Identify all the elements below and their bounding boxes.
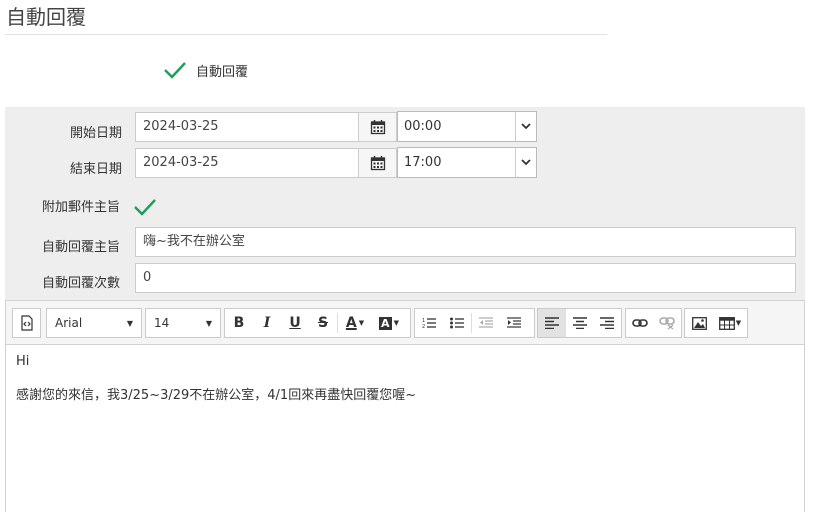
end-date-calendar-button[interactable] bbox=[359, 148, 397, 178]
caret-down-icon: ▼ bbox=[393, 319, 399, 327]
title-divider bbox=[5, 34, 607, 35]
background-color-button[interactable]: A ▼ bbox=[372, 309, 406, 337]
editor-line: 感謝您的來信，我3/25~3/29不在辦公室，4/1回來再盡快回覆您喔~ bbox=[16, 388, 417, 403]
align-right-button[interactable] bbox=[593, 309, 621, 337]
strikethrough-button[interactable]: S bbox=[309, 309, 337, 337]
page-title: 自動回覆 bbox=[6, 5, 86, 29]
editor-content[interactable]: Hi 感謝您的來信，我3/25~3/29不在辦公室，4/1回來再盡快回覆您喔~ bbox=[6, 345, 804, 429]
unlink-icon bbox=[659, 317, 676, 330]
font-color-button[interactable]: A ▼ bbox=[338, 309, 372, 337]
indent-icon bbox=[507, 317, 521, 328]
attach-subject-label: 附加郵件主旨 bbox=[42, 200, 121, 215]
italic-button[interactable]: I bbox=[253, 309, 281, 337]
font-size-select[interactable]: 14 ▼ bbox=[146, 309, 220, 337]
source-code-button[interactable] bbox=[13, 309, 40, 337]
auto-reply-toggle[interactable]: 自動回覆 bbox=[163, 60, 248, 80]
caret-down-icon: ▼ bbox=[126, 318, 133, 328]
start-date-input[interactable]: 2024-03-25 bbox=[135, 112, 359, 142]
caret-down-icon: ▼ bbox=[358, 319, 365, 327]
caret-down-icon: ▼ bbox=[735, 319, 742, 327]
start-date-calendar-button[interactable] bbox=[359, 112, 397, 142]
ordered-list-button[interactable]: 1 2 bbox=[415, 309, 443, 337]
align-center-button[interactable] bbox=[566, 309, 594, 337]
ordered-list-icon: 1 2 bbox=[422, 318, 436, 329]
start-time-select[interactable]: 00:00 bbox=[397, 111, 537, 142]
font-family-value: Arial bbox=[55, 316, 83, 330]
insert-image-button[interactable] bbox=[685, 309, 713, 337]
editor-line: Hi bbox=[16, 354, 30, 369]
indent-button[interactable] bbox=[500, 309, 528, 337]
unordered-list-button[interactable] bbox=[443, 309, 471, 337]
reply-count-label: 自動回覆次數 bbox=[42, 276, 121, 291]
end-time-value: 17:00 bbox=[404, 155, 442, 170]
outdent-icon bbox=[479, 317, 493, 328]
reply-count-input[interactable]: 0 bbox=[135, 263, 796, 293]
caret-down-icon: ▼ bbox=[205, 318, 212, 328]
end-date-label: 結束日期 bbox=[70, 162, 123, 177]
end-time-select[interactable]: 17:00 bbox=[397, 147, 537, 178]
end-date-input[interactable]: 2024-03-25 bbox=[135, 148, 359, 178]
insert-link-button[interactable] bbox=[626, 309, 654, 337]
start-date-label: 開始日期 bbox=[70, 126, 123, 141]
table-icon bbox=[718, 316, 735, 330]
background-color-icon: A bbox=[379, 316, 392, 330]
font-size-value: 14 bbox=[154, 316, 170, 330]
attach-subject-checkmark-icon[interactable] bbox=[133, 196, 157, 218]
source-code-icon bbox=[20, 315, 33, 331]
align-left-button[interactable] bbox=[538, 309, 566, 337]
insert-table-button[interactable]: ▼ bbox=[713, 309, 747, 337]
svg-text:2: 2 bbox=[422, 324, 425, 329]
auto-reply-toggle-label: 自動回覆 bbox=[196, 64, 249, 80]
chevron-down-icon bbox=[515, 112, 536, 141]
calendar-icon bbox=[370, 120, 385, 135]
link-icon bbox=[631, 319, 648, 327]
align-left-icon bbox=[544, 317, 559, 329]
start-time-value: 00:00 bbox=[404, 119, 442, 134]
calendar-icon bbox=[370, 156, 385, 171]
font-color-icon: A bbox=[345, 315, 357, 331]
unordered-list-icon bbox=[450, 317, 464, 329]
underline-button[interactable]: U bbox=[281, 309, 309, 337]
checkmark-icon bbox=[164, 62, 186, 79]
chevron-down-icon bbox=[515, 148, 536, 177]
editor-toolbar: Arial ▼ 14 ▼ B I U S A ▼ A ▼ 1 2 ▼ bbox=[6, 301, 804, 345]
outdent-button[interactable] bbox=[472, 309, 500, 337]
subject-input[interactable]: 嗨~我不在辦公室 bbox=[135, 227, 796, 257]
rich-text-editor: Arial ▼ 14 ▼ B I U S A ▼ A ▼ 1 2 ▼ Hi 感謝… bbox=[5, 300, 805, 512]
align-center-icon bbox=[572, 317, 587, 329]
bold-button[interactable]: B bbox=[225, 309, 253, 337]
image-icon bbox=[691, 316, 707, 330]
align-right-icon bbox=[600, 317, 615, 329]
remove-link-button[interactable] bbox=[654, 309, 682, 337]
font-family-select[interactable]: Arial ▼ bbox=[47, 309, 141, 337]
subject-label: 自動回覆主旨 bbox=[42, 240, 121, 255]
